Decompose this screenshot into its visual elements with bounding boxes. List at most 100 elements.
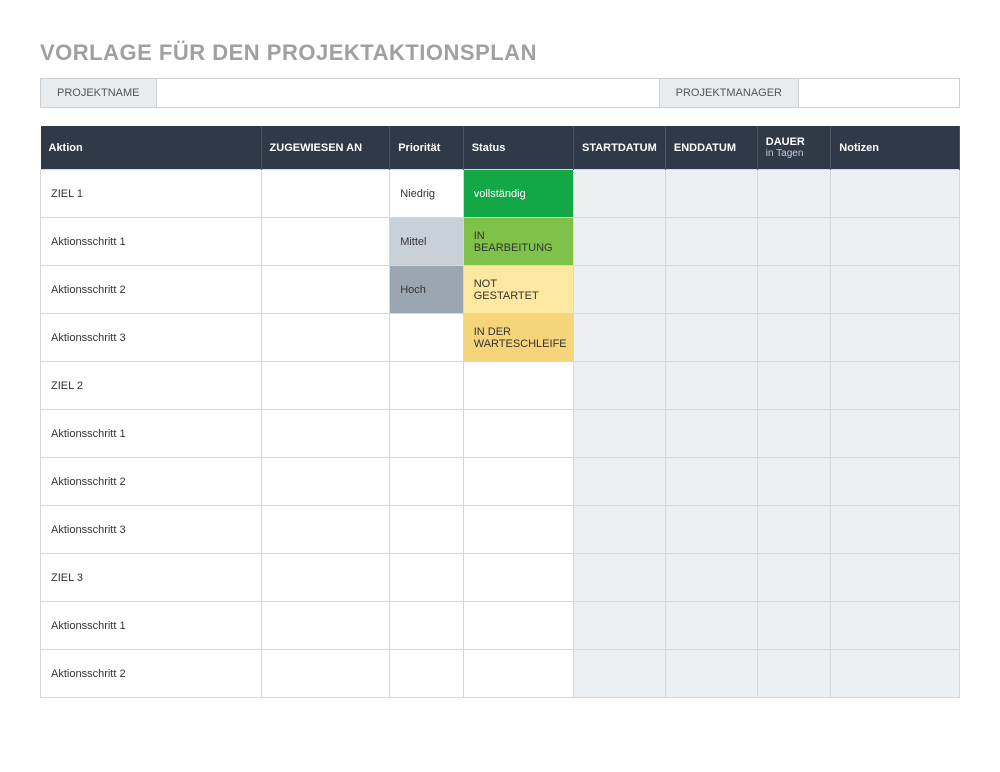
table-row: Aktionsschritt 2 bbox=[41, 458, 960, 506]
col-enddatum: ENDDATUM bbox=[665, 126, 757, 170]
cell-prioritaet[interactable] bbox=[390, 458, 464, 506]
cell-status[interactable] bbox=[463, 554, 573, 602]
cell-notizen[interactable] bbox=[831, 554, 960, 602]
cell-aktion[interactable]: Aktionsschritt 1 bbox=[41, 218, 262, 266]
cell-notizen[interactable] bbox=[831, 266, 960, 314]
cell-status[interactable] bbox=[463, 410, 573, 458]
cell-prioritaet[interactable] bbox=[390, 650, 464, 698]
cell-zugewiesen[interactable] bbox=[261, 266, 390, 314]
cell-zugewiesen[interactable] bbox=[261, 314, 390, 362]
cell-startdatum[interactable] bbox=[573, 266, 665, 314]
cell-aktion[interactable]: Aktionsschritt 2 bbox=[41, 650, 262, 698]
cell-status[interactable] bbox=[463, 362, 573, 410]
cell-status[interactable] bbox=[463, 602, 573, 650]
cell-status[interactable] bbox=[463, 506, 573, 554]
cell-notizen[interactable] bbox=[831, 314, 960, 362]
cell-enddatum[interactable] bbox=[665, 554, 757, 602]
cell-prioritaet[interactable]: Mittel bbox=[390, 218, 464, 266]
cell-dauer[interactable] bbox=[757, 506, 831, 554]
cell-status[interactable] bbox=[463, 458, 573, 506]
cell-enddatum[interactable] bbox=[665, 218, 757, 266]
project-manager-value[interactable] bbox=[799, 79, 959, 107]
cell-status[interactable] bbox=[463, 650, 573, 698]
cell-aktion[interactable]: Aktionsschritt 1 bbox=[41, 602, 262, 650]
cell-aktion[interactable]: Aktionsschritt 1 bbox=[41, 410, 262, 458]
cell-zugewiesen[interactable] bbox=[261, 506, 390, 554]
cell-enddatum[interactable] bbox=[665, 170, 757, 218]
cell-startdatum[interactable] bbox=[573, 410, 665, 458]
cell-enddatum[interactable] bbox=[665, 602, 757, 650]
col-prioritaet: Priorität bbox=[390, 126, 464, 170]
project-name-value[interactable] bbox=[157, 79, 659, 107]
cell-dauer[interactable] bbox=[757, 458, 831, 506]
col-notizen: Notizen bbox=[831, 126, 960, 170]
cell-dauer[interactable] bbox=[757, 602, 831, 650]
cell-enddatum[interactable] bbox=[665, 362, 757, 410]
project-name-label: PROJEKTNAME bbox=[41, 79, 157, 107]
cell-prioritaet[interactable] bbox=[390, 506, 464, 554]
cell-dauer[interactable] bbox=[757, 266, 831, 314]
cell-prioritaet[interactable] bbox=[390, 602, 464, 650]
cell-notizen[interactable] bbox=[831, 506, 960, 554]
cell-startdatum[interactable] bbox=[573, 170, 665, 218]
cell-dauer[interactable] bbox=[757, 170, 831, 218]
table-row: Aktionsschritt 3 bbox=[41, 506, 960, 554]
cell-aktion[interactable]: Aktionsschritt 3 bbox=[41, 314, 262, 362]
cell-dauer[interactable] bbox=[757, 218, 831, 266]
cell-prioritaet[interactable]: Hoch bbox=[390, 266, 464, 314]
cell-status[interactable]: NOT GESTARTET bbox=[463, 266, 573, 314]
cell-dauer[interactable] bbox=[757, 650, 831, 698]
cell-enddatum[interactable] bbox=[665, 266, 757, 314]
cell-zugewiesen[interactable] bbox=[261, 362, 390, 410]
cell-startdatum[interactable] bbox=[573, 650, 665, 698]
cell-zugewiesen[interactable] bbox=[261, 650, 390, 698]
cell-zugewiesen[interactable] bbox=[261, 602, 390, 650]
cell-dauer[interactable] bbox=[757, 314, 831, 362]
cell-prioritaet[interactable] bbox=[390, 314, 464, 362]
cell-startdatum[interactable] bbox=[573, 362, 665, 410]
action-plan-table: Aktion ZUGEWIESEN AN Priorität Status ST… bbox=[40, 126, 960, 698]
cell-zugewiesen[interactable] bbox=[261, 170, 390, 218]
table-body: ZIEL 1NiedrigvollständigAktionsschritt 1… bbox=[41, 170, 960, 698]
cell-startdatum[interactable] bbox=[573, 218, 665, 266]
cell-notizen[interactable] bbox=[831, 218, 960, 266]
cell-startdatum[interactable] bbox=[573, 602, 665, 650]
cell-prioritaet[interactable]: Niedrig bbox=[390, 170, 464, 218]
cell-aktion[interactable]: Aktionsschritt 3 bbox=[41, 506, 262, 554]
cell-dauer[interactable] bbox=[757, 362, 831, 410]
cell-zugewiesen[interactable] bbox=[261, 554, 390, 602]
cell-enddatum[interactable] bbox=[665, 314, 757, 362]
cell-notizen[interactable] bbox=[831, 458, 960, 506]
cell-aktion[interactable]: ZIEL 1 bbox=[41, 170, 262, 218]
cell-aktion[interactable]: Aktionsschritt 2 bbox=[41, 458, 262, 506]
cell-notizen[interactable] bbox=[831, 362, 960, 410]
cell-notizen[interactable] bbox=[831, 410, 960, 458]
cell-startdatum[interactable] bbox=[573, 314, 665, 362]
cell-notizen[interactable] bbox=[831, 170, 960, 218]
cell-aktion[interactable]: ZIEL 3 bbox=[41, 554, 262, 602]
cell-prioritaet[interactable] bbox=[390, 410, 464, 458]
cell-enddatum[interactable] bbox=[665, 506, 757, 554]
cell-status[interactable]: vollständig bbox=[463, 170, 573, 218]
cell-notizen[interactable] bbox=[831, 650, 960, 698]
cell-status[interactable]: IN BEARBEITUNG bbox=[463, 218, 573, 266]
cell-prioritaet[interactable] bbox=[390, 554, 464, 602]
cell-dauer[interactable] bbox=[757, 554, 831, 602]
cell-notizen[interactable] bbox=[831, 602, 960, 650]
cell-dauer[interactable] bbox=[757, 410, 831, 458]
cell-startdatum[interactable] bbox=[573, 458, 665, 506]
cell-prioritaet[interactable] bbox=[390, 362, 464, 410]
cell-zugewiesen[interactable] bbox=[261, 458, 390, 506]
cell-aktion[interactable]: ZIEL 2 bbox=[41, 362, 262, 410]
cell-startdatum[interactable] bbox=[573, 554, 665, 602]
cell-status[interactable]: IN DER WARTESCHLEIFE bbox=[463, 314, 573, 362]
cell-enddatum[interactable] bbox=[665, 458, 757, 506]
cell-enddatum[interactable] bbox=[665, 410, 757, 458]
cell-startdatum[interactable] bbox=[573, 506, 665, 554]
project-info-bar: PROJEKTNAME PROJEKTMANAGER bbox=[40, 78, 960, 108]
table-row: Aktionsschritt 1 MittelIN BEARBEITUNG bbox=[41, 218, 960, 266]
cell-enddatum[interactable] bbox=[665, 650, 757, 698]
cell-zugewiesen[interactable] bbox=[261, 218, 390, 266]
cell-aktion[interactable]: Aktionsschritt 2 bbox=[41, 266, 262, 314]
cell-zugewiesen[interactable] bbox=[261, 410, 390, 458]
